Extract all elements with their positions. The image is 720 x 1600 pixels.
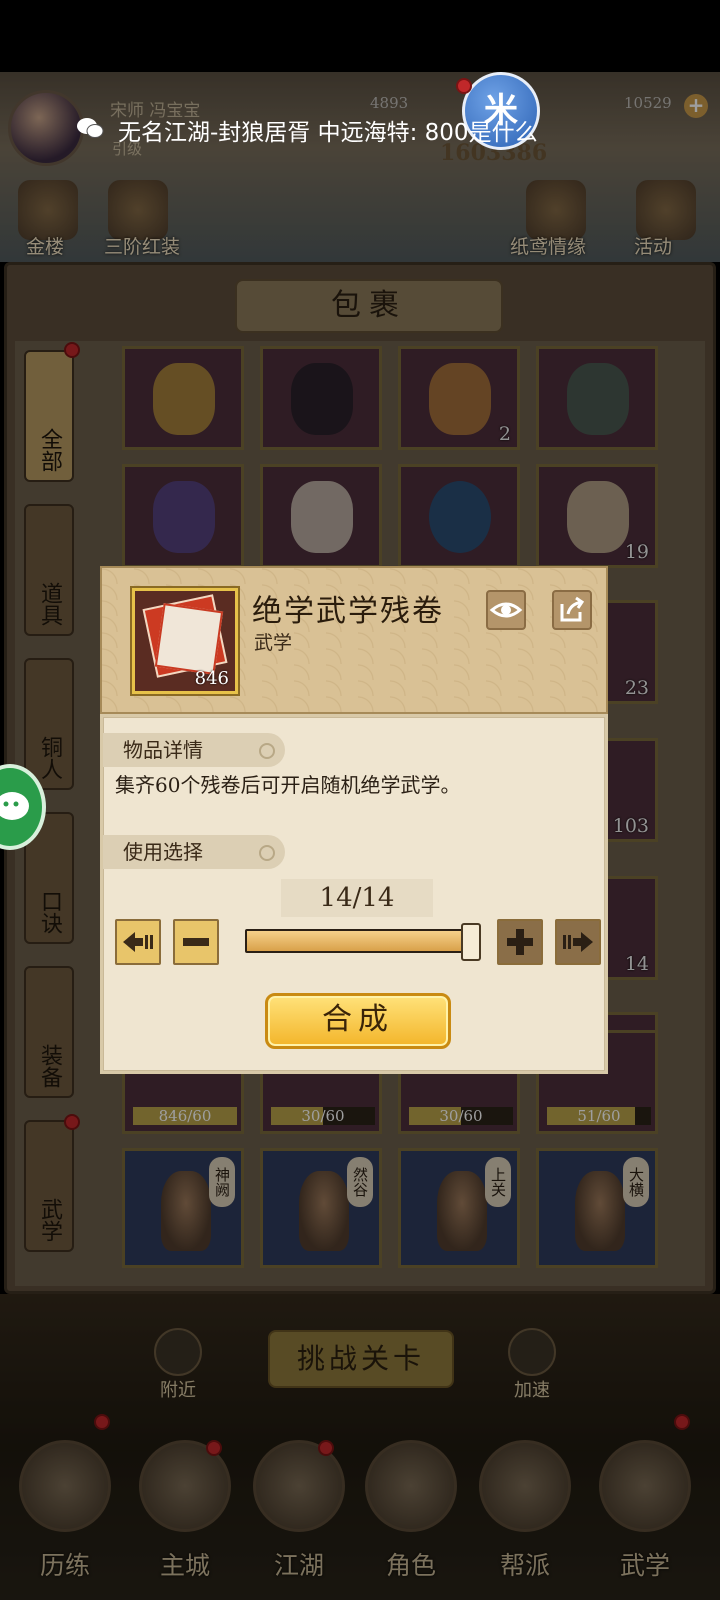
increase-button[interactable] (497, 919, 543, 965)
min-quantity-button[interactable] (115, 919, 161, 965)
dialog-body: 物品详情 集齐60个残卷后可开启随机绝学武学。 使用选择 14/14 合成 (100, 714, 608, 1074)
item-name: 绝学武学残卷 (252, 594, 444, 629)
plus-icon (507, 929, 533, 955)
preview-button[interactable] (486, 590, 526, 630)
wechat-notice-text[interactable]: 无名江湖-封狼居胥 中远海特: 800是什么 (118, 113, 538, 147)
quantity-display: 14/14 (281, 879, 433, 917)
item-description: 集齐60个残卷后可开启随机绝学武学。 (115, 773, 461, 797)
scroll-page-icon (154, 603, 224, 675)
arrow-right-end-icon (563, 932, 593, 952)
share-icon (560, 596, 585, 622)
dialog-header: 846 绝学武学残卷 武学 (100, 566, 608, 714)
use-section-header: 使用选择 (103, 835, 285, 869)
details-section-header: 物品详情 (103, 733, 285, 767)
decrease-button[interactable] (173, 919, 219, 965)
arrow-left-end-icon (123, 932, 153, 952)
notification-dot (456, 78, 472, 94)
craft-button[interactable]: 合成 (265, 993, 451, 1049)
slider-handle[interactable] (461, 923, 481, 961)
minus-icon (183, 938, 209, 946)
quantity-slider[interactable] (245, 923, 481, 961)
wechat-icon (0, 792, 29, 820)
item-icon-frame: 846 (132, 588, 238, 694)
max-quantity-button[interactable] (555, 919, 601, 965)
item-detail-dialog: 846 绝学武学残卷 武学 物品详情 集齐60个残卷后可开启随机绝学武学。 使用… (100, 566, 608, 1074)
wechat-icon (77, 118, 104, 138)
share-button[interactable] (552, 590, 592, 630)
item-count: 846 (194, 668, 229, 689)
eye-icon (489, 602, 523, 618)
item-type: 武学 (254, 632, 293, 654)
